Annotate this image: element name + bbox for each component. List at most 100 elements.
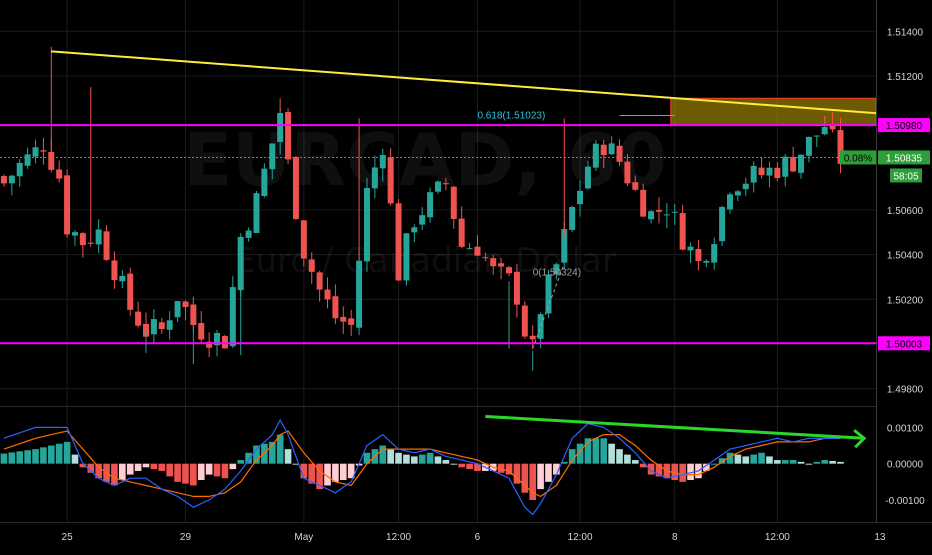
candle-body [277,112,284,142]
macd-hist-bar [174,463,181,482]
macd-hist-bar [40,447,47,464]
candle-body [450,186,457,219]
candle-body [655,210,662,212]
candle-body [229,287,236,347]
time-tick-label: 12:00 [568,532,593,543]
macd-hist-bar [182,463,189,484]
candle-body [703,260,710,263]
macd-hist-bar [284,449,292,464]
candle-body [521,305,528,337]
candle-body [111,260,118,281]
candle-body [158,322,165,330]
macd-hist-bar [119,463,126,481]
macd-hist-bar [32,449,39,464]
macd-hist-bar [261,443,268,464]
candle-body [316,272,323,290]
macd-hist-bar [813,461,821,464]
candle-body [245,230,252,238]
macd-hist-bar [126,463,134,475]
candle-body [537,314,544,339]
macd-hist-bar [8,452,16,464]
candle-body [671,211,678,213]
chart-canvas[interactable]: EURCAD, 60 Euro / Canadian Dollar 0.618(… [0,0,932,550]
candle-body [719,206,726,242]
candle-body [577,190,584,205]
macd-hist-bar [63,441,71,464]
candle-body [758,167,765,176]
candle-body [466,248,473,250]
candle-body [742,183,749,190]
macd-hist-bar [332,463,339,482]
macd-hist-bar [411,456,418,464]
macd-hist-bar [529,463,537,501]
candle-body [135,311,142,326]
support-tag-label: 1.50003 [886,339,923,350]
candle-body [766,167,773,176]
macd-hist-bar [47,445,55,464]
candle-body [592,143,599,168]
macd-hist-bar [379,445,387,464]
candle-body [261,168,268,196]
macd-tick-label: -0.00100 [885,496,925,507]
candle-body [87,242,94,244]
macd-hist-bar [758,452,765,464]
candle-body [790,156,797,172]
candle-body [529,335,536,340]
candle-body [32,147,39,157]
candle-body [813,135,820,137]
macd-hist-bar [450,463,458,465]
macd-hist-bar [221,463,229,479]
macd-hist-bar [837,461,844,464]
candle-body [127,273,134,310]
macd-tick-label: 0.00000 [887,460,924,471]
candle-body [79,233,86,246]
macd-hist-bar [781,460,789,464]
candle-body [356,260,363,328]
macd-hist-bar [458,463,465,468]
candle-body [285,112,292,160]
macd-hist-bar [24,450,31,464]
candle-body [624,161,631,184]
candle-body [190,304,197,326]
macd-hist-bar [608,443,615,464]
candle-body [348,318,355,325]
candle-body [363,187,370,262]
macd-hist-bar [134,463,142,471]
countdown-label: 58:05 [893,171,918,182]
candle-body [166,320,173,330]
macd-hist-bar [111,463,118,486]
candle-body [64,175,71,235]
macd-hist-bar [166,463,173,477]
candle-body [632,182,639,190]
candle-body [482,257,489,259]
macd-hist-bar [71,454,79,464]
candle-body [324,289,331,300]
candle-body [103,231,110,260]
candle-body [371,167,378,189]
macd-hist-bar [821,460,829,464]
candle-body [506,267,513,274]
candle-body [584,166,591,189]
macd-hist-bar [205,463,213,475]
candle-body [269,143,276,170]
candle-body [498,263,505,267]
macd-hist-bar [774,460,781,464]
price-tick-label: 1.50400 [887,251,924,262]
time-tick-label: 29 [180,532,192,543]
trading-chart[interactable]: EURCAD, 60 Euro / Canadian Dollar 0.618(… [0,0,932,550]
macd-hist-bar [197,463,205,481]
macd-hist-bar [742,456,750,464]
change-percent-label: 0.08% [844,153,872,164]
candle-body [435,181,441,192]
price-tick-label: 1.50600 [887,206,924,217]
macd-hist-bar [158,463,166,471]
macd-hist-bar [568,449,576,464]
macd-hist-bar [0,453,8,464]
macd-hist-bar [616,449,623,464]
macd-hist-bar [710,463,718,465]
macd-hist-bar [403,454,410,464]
macd-hist-bar [750,454,757,464]
candle-body [174,301,181,318]
candle-body [119,275,126,282]
macd-hist-bar [592,438,600,464]
